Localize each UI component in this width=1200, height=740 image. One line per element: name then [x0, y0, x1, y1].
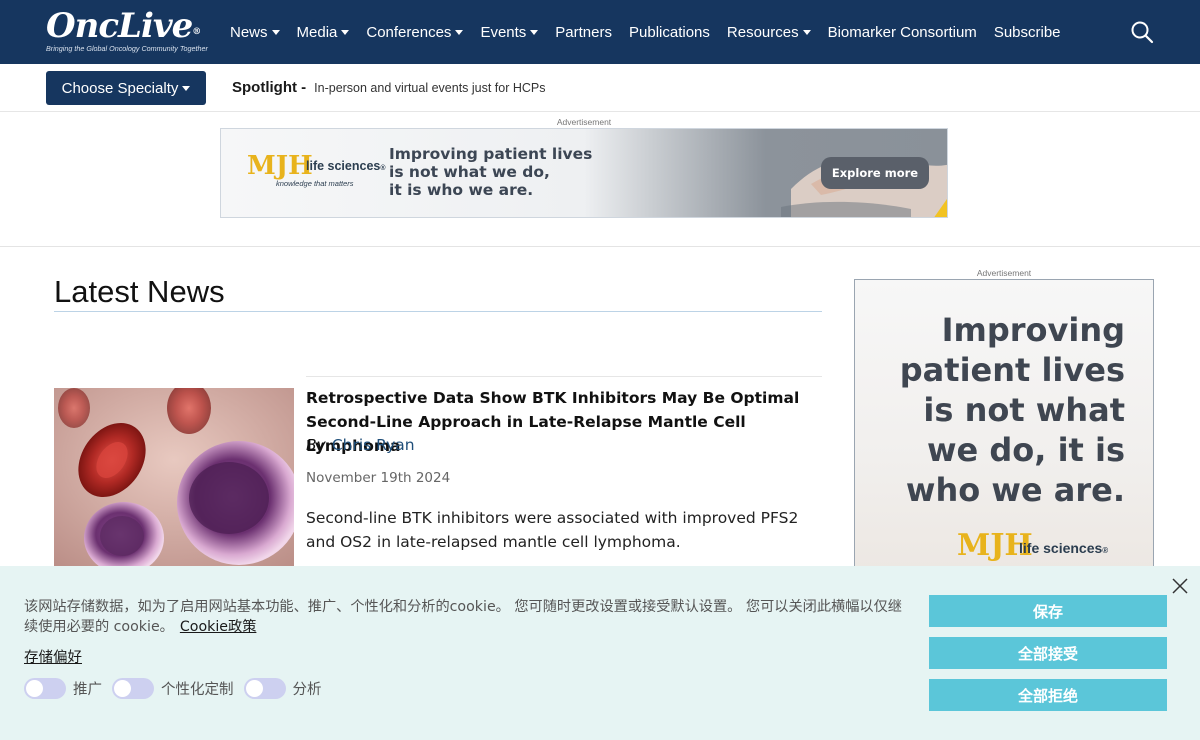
- nav-item-events[interactable]: Events: [480, 24, 539, 41]
- logo-wordmark: OncLive®: [46, 6, 201, 46]
- close-icon[interactable]: [1171, 577, 1189, 595]
- nav-item-subscribe[interactable]: Subscribe: [994, 24, 1061, 41]
- nav-item-biomarker-consortium[interactable]: Biomarker Consortium: [828, 24, 977, 41]
- toggle-knob: [26, 680, 43, 697]
- advertisement-label: Advertisement: [556, 117, 612, 127]
- toggle-label: 个性化定制: [161, 682, 234, 698]
- top-banner-ad[interactable]: MJH life sciences® knowledge that matter…: [220, 128, 948, 218]
- onclive-logo[interactable]: OncLive® Bringing the Global Oncology Co…: [46, 8, 216, 56]
- ad-headline: Improving patient lives is not what we d…: [389, 145, 593, 199]
- logo-tagline: Bringing the Global Oncology Community T…: [46, 44, 208, 53]
- toggle-label: 推广: [73, 682, 102, 698]
- cookie-message: 该网站存储数据，如为了启用网站基本功能、推广、个性化和分析的cookie。 您可…: [24, 599, 902, 635]
- nav-item-partners[interactable]: Partners: [555, 24, 612, 41]
- toggle-promotion[interactable]: 推广: [24, 678, 102, 699]
- accept-all-button[interactable]: 全部接受: [929, 637, 1167, 669]
- nav-item-publications[interactable]: Publications: [629, 24, 710, 41]
- article-thumbnail[interactable]: [54, 388, 294, 568]
- latest-news-title: Latest News: [54, 274, 225, 309]
- toggle-label: 分析: [292, 682, 322, 698]
- top-navigation-bar: OncLive® Bringing the Global Oncology Co…: [0, 0, 1200, 64]
- sub-navigation-bar: Choose Specialty Spotlight - In-person a…: [0, 64, 1200, 112]
- reject-all-button[interactable]: 全部拒绝: [929, 679, 1167, 711]
- mjh-tagline: knowledge that matters: [276, 179, 354, 188]
- cookie-policy-link[interactable]: Cookie政策: [180, 619, 257, 635]
- caret-down-icon: [182, 86, 191, 91]
- toggle-switch[interactable]: [112, 678, 154, 699]
- section-divider: [0, 246, 1200, 247]
- caret-down-icon: [271, 30, 280, 35]
- cookie-toggles: 推广 个性化定制 分析: [24, 678, 332, 699]
- article-date: November 19th 2024: [306, 470, 451, 486]
- nav-item-resources[interactable]: Resources: [727, 24, 811, 41]
- advertisement-label: Advertisement: [976, 268, 1032, 278]
- spotlight: Spotlight - In-person and virtual events…: [232, 79, 546, 96]
- nav-item-conferences[interactable]: Conferences: [366, 24, 464, 41]
- toggle-switch[interactable]: [24, 678, 66, 699]
- search-icon[interactable]: [1130, 20, 1154, 44]
- mjh-brand-name: life sciences®: [1019, 540, 1109, 556]
- caret-down-icon: [530, 30, 539, 35]
- toggle-switch[interactable]: [243, 678, 286, 699]
- article-byline: By Chris Ryan: [306, 436, 415, 454]
- byline-prefix: By: [306, 436, 326, 454]
- author-link[interactable]: Chris Ryan: [332, 436, 415, 454]
- cells-illustration: [54, 388, 294, 568]
- article-divider: [306, 376, 822, 377]
- explore-more-button[interactable]: Explore more: [821, 157, 929, 189]
- sidebar-ad[interactable]: Improving patient lives is not what we d…: [854, 279, 1154, 579]
- caret-down-icon: [802, 30, 811, 35]
- article-summary: Second-line BTK inhibitors were associat…: [306, 509, 799, 551]
- mjh-logo-mark: MJH: [247, 151, 313, 181]
- title-underline: [54, 311, 822, 312]
- nav-item-news[interactable]: News: [230, 24, 280, 41]
- mjh-brand-name: life sciences®: [306, 159, 386, 173]
- toggle-personalization[interactable]: 个性化定制: [112, 678, 234, 699]
- nav-item-media[interactable]: Media: [297, 24, 350, 41]
- caret-down-icon: [455, 30, 464, 35]
- toggle-knob: [114, 680, 131, 697]
- main-nav: News Media Conferences Events Partners P…: [230, 0, 1078, 64]
- save-button[interactable]: 保存: [929, 595, 1167, 627]
- choose-specialty-button[interactable]: Choose Specialty: [46, 71, 206, 105]
- spotlight-label: Spotlight -: [232, 79, 307, 96]
- caret-down-icon: [341, 30, 350, 35]
- storage-preferences-link[interactable]: 存储偏好: [24, 646, 82, 667]
- side-ad-headline: Improving patient lives is not what we d…: [899, 311, 1125, 509]
- toggle-knob: [245, 680, 263, 697]
- spotlight-link[interactable]: In-person and virtual events just for HC…: [314, 81, 545, 95]
- toggle-analytics[interactable]: 分析: [243, 678, 322, 699]
